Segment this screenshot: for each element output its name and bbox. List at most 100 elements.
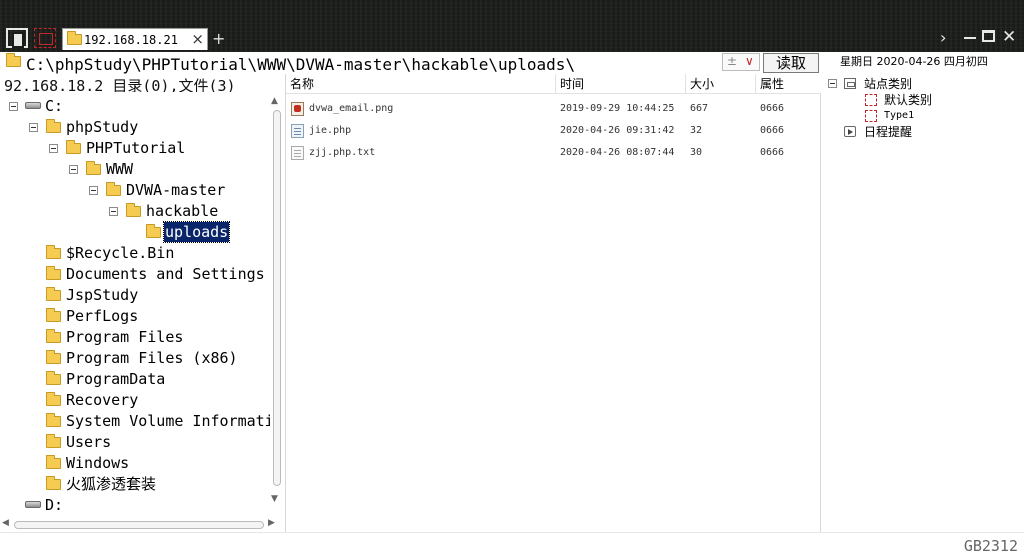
file-time: 2020-04-26 08:07:44: [560, 147, 675, 158]
tree-label: $Recycle.Bin: [66, 244, 175, 262]
tree-node-default-category[interactable]: 默认类别: [822, 92, 1022, 108]
folder-icon: [106, 182, 121, 196]
tree-label: D:: [45, 496, 64, 514]
tree-node-drive-d[interactable]: D:: [0, 495, 270, 515]
tree-node-www[interactable]: WWW: [0, 159, 270, 179]
drive-icon: [25, 102, 41, 109]
tree-label: System Volume Information: [66, 412, 270, 430]
tree-node-uploads[interactable]: uploads: [0, 221, 270, 243]
tree-node-phpstudy[interactable]: phpStudy: [0, 117, 270, 137]
tree-label: C:: [45, 97, 64, 115]
tree-node-schedule-reminder[interactable]: 日程提醒: [822, 124, 1022, 140]
tree-label: PerfLogs: [66, 307, 139, 325]
tree-node-folder[interactable]: Windows: [0, 453, 270, 473]
folder-icon: [46, 455, 61, 469]
folder-icon: [66, 140, 81, 154]
folder-icon: [46, 371, 61, 385]
tree-label: Windows: [66, 454, 130, 472]
folder-icon: [46, 413, 61, 427]
chevron-right-icon[interactable]: ›: [940, 28, 946, 47]
collapse-toggle[interactable]: [828, 79, 837, 88]
folder-icon: [46, 266, 61, 280]
text-file-icon: [291, 146, 304, 160]
collapse-toggle[interactable]: [109, 207, 118, 216]
folder-open-icon: [146, 224, 161, 238]
tree-node-folder[interactable]: ProgramData: [0, 369, 270, 389]
new-tab-button[interactable]: +: [212, 29, 225, 48]
file-attributes: 0666: [760, 125, 785, 136]
collapse-toggle[interactable]: [9, 102, 18, 111]
minimize-button[interactable]: [964, 28, 976, 46]
tree-node-folder[interactable]: Recovery: [0, 390, 270, 410]
category-item-icon: [865, 110, 877, 122]
tree-node-dvwa-master[interactable]: DVWA-master: [0, 180, 270, 200]
column-header-time[interactable]: 时间: [556, 74, 686, 94]
collapse-toggle[interactable]: [69, 165, 78, 174]
category-icon: [844, 78, 856, 89]
tree-node-folder[interactable]: 火狐渗透套装: [0, 474, 270, 494]
file-time: 2019-09-29 10:44:25: [560, 103, 675, 114]
file-time: 2020-04-26 09:31:42: [560, 125, 675, 136]
tree-node-drive-c[interactable]: C:: [0, 96, 270, 116]
tree-vertical-scrollbar[interactable]: ▲ ▼: [271, 96, 283, 516]
tree-node-type1[interactable]: Type1: [822, 108, 1022, 124]
column-header-attributes[interactable]: 属性: [756, 74, 821, 94]
tree-node-folder[interactable]: System Volume Information: [0, 411, 270, 431]
tree-node-folder[interactable]: JspStudy: [0, 285, 270, 305]
folder-icon: [6, 53, 21, 67]
tree-node-site-category[interactable]: 站点类别: [822, 76, 1022, 92]
tree-node-folder[interactable]: PerfLogs: [0, 306, 270, 326]
path-input[interactable]: C:\phpStudy\PHPTutorial\WWW\DVWA-master\…: [26, 55, 726, 74]
scroll-down-icon[interactable]: ▼: [271, 494, 278, 504]
chevron-down-icon: ∨: [745, 54, 754, 68]
file-list: 名称 时间 大小 属性 dvwa_email.png 2019-09-29 10:…: [285, 74, 821, 532]
tree-node-folder[interactable]: Program Files (x86): [0, 348, 270, 368]
encoding-label[interactable]: GB2312: [964, 537, 1018, 555]
tab-192-168-18-21[interactable]: 192.168.18.21 ×: [62, 28, 208, 50]
tree-node-folder[interactable]: Program Files: [0, 327, 270, 347]
column-header-size[interactable]: 大小: [686, 74, 756, 94]
tree-label: 火狐渗透套装: [66, 475, 157, 493]
tree-node-hackable[interactable]: hackable: [0, 201, 270, 221]
close-button[interactable]: ✕: [1002, 27, 1016, 47]
file-row[interactable]: dvwa_email.png 2019-09-29 10:44:25 667 0666: [286, 98, 821, 120]
file-row[interactable]: zjj.php.txt 2020-04-26 08:07:44 30 0666: [286, 142, 821, 164]
tree-label: ProgramData: [66, 370, 166, 388]
php-file-icon: [291, 124, 304, 138]
address-bar: C:\phpStudy\PHPTutorial\WWW\DVWA-master\…: [0, 52, 822, 74]
file-size: 32: [690, 125, 703, 136]
maximize-button[interactable]: [982, 30, 995, 42]
scroll-thumb[interactable]: [14, 521, 264, 529]
tree-label: Recovery: [66, 391, 139, 409]
plus-minus-icon: ±: [727, 54, 738, 68]
path-dropdown[interactable]: ± ∨: [722, 53, 760, 71]
tree-node-folder[interactable]: Users: [0, 432, 270, 452]
schedule-icon: [844, 126, 856, 137]
tree-label-selected: uploads: [162, 221, 231, 243]
column-header-name[interactable]: 名称: [286, 74, 556, 94]
tree-label: Users: [66, 433, 112, 451]
site-category-tree: 站点类别 默认类别 Type1 日程提醒: [822, 74, 1024, 532]
file-row[interactable]: jie.php 2020-04-26 09:31:42 32 0666: [286, 120, 821, 142]
file-name: zjj.php.txt: [309, 147, 376, 158]
tree-label: DVWA-master: [126, 181, 226, 199]
tree-horizontal-scrollbar[interactable]: ◀ ▶: [0, 518, 283, 531]
folder-icon: [46, 434, 61, 448]
file-attributes: 0666: [760, 103, 785, 114]
collapse-toggle[interactable]: [29, 123, 38, 132]
tree-node-phptutorial[interactable]: PHPTutorial: [0, 138, 270, 158]
tab-close-icon[interactable]: ×: [191, 30, 204, 48]
collapse-toggle[interactable]: [49, 144, 58, 153]
app-logo-icon[interactable]: [6, 28, 28, 48]
scroll-up-icon[interactable]: ▲: [271, 96, 278, 106]
read-button[interactable]: 读取: [763, 53, 819, 73]
tree-node-folder[interactable]: Documents and Settings: [0, 264, 270, 284]
scroll-left-icon[interactable]: ◀: [2, 518, 9, 528]
tree-label: 日程提醒: [864, 125, 913, 139]
collapse-toggle[interactable]: [89, 186, 98, 195]
app-menu-icon[interactable]: [34, 28, 56, 48]
scroll-thumb[interactable]: [273, 110, 281, 486]
tree-node-folder[interactable]: $Recycle.Bin: [0, 243, 270, 263]
scroll-right-icon[interactable]: ▶: [268, 518, 275, 528]
tree-label: phpStudy: [66, 118, 139, 136]
